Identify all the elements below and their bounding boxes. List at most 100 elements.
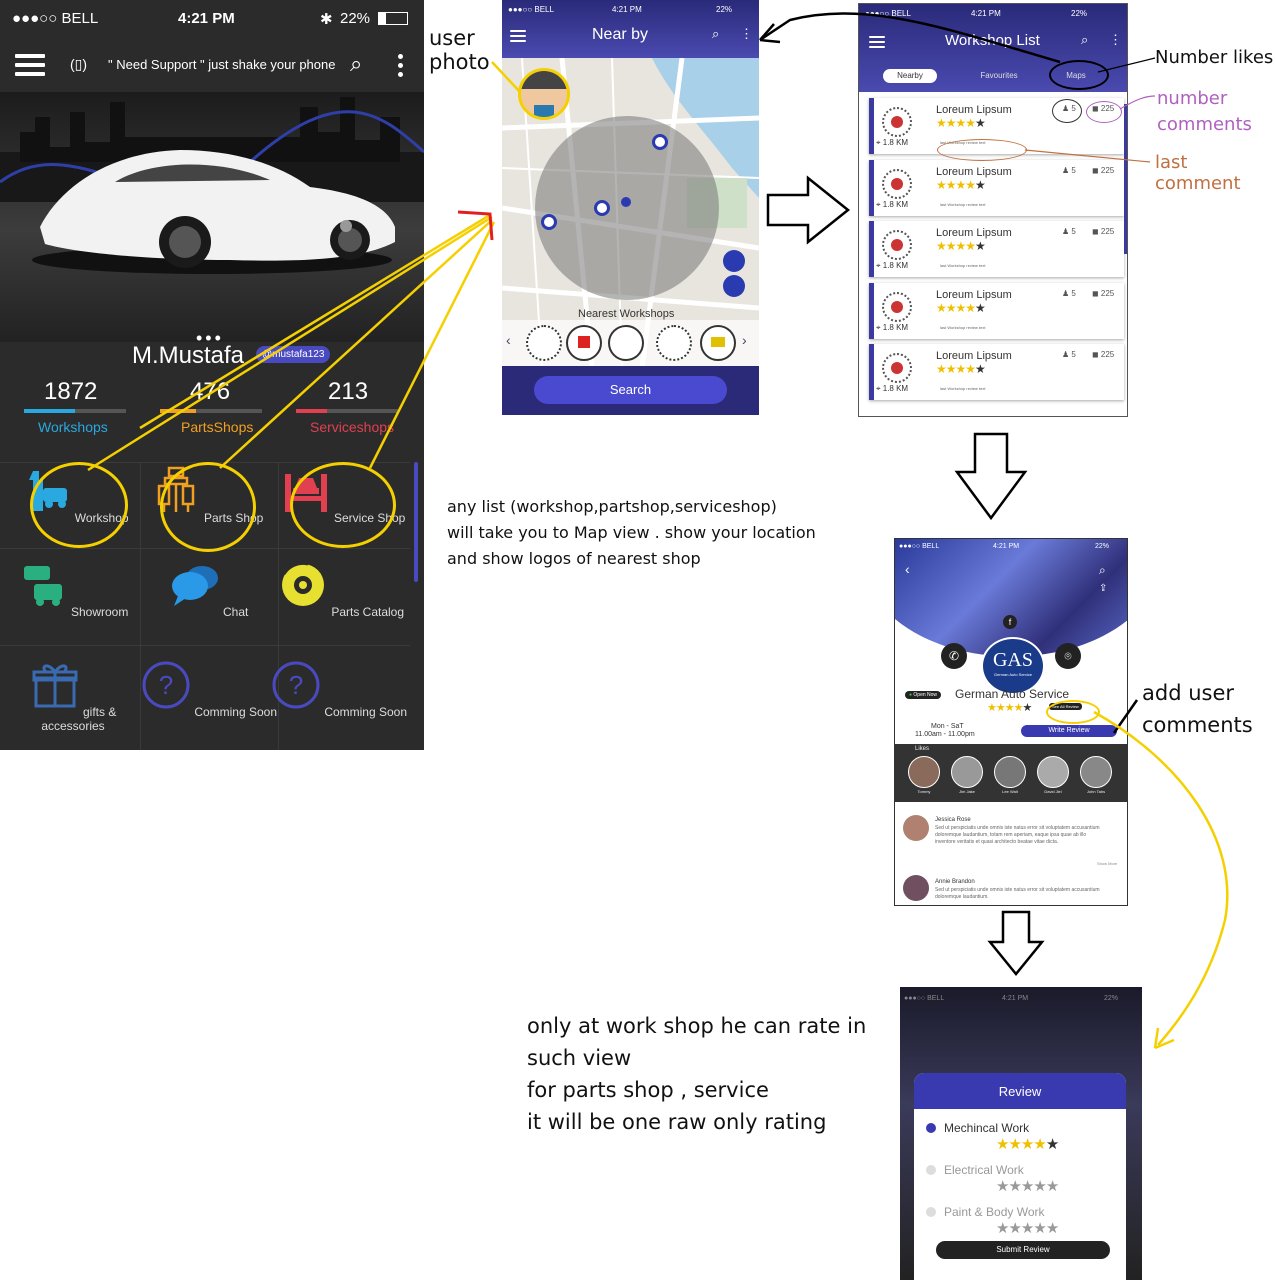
- serviceshops-count: 213: [328, 378, 369, 405]
- submit-review-button[interactable]: Submit Review: [936, 1241, 1110, 1259]
- tab-favourites[interactable]: Favourites: [969, 69, 1029, 83]
- serviceshops-stat-label[interactable]: Serviceshops: [310, 419, 394, 435]
- star-icon[interactable]: ★: [1021, 1220, 1034, 1237]
- rating-stars: ★★★★★: [936, 300, 986, 315]
- share-icon[interactable]: ⇪: [1099, 583, 1107, 594]
- showroom-label: Showroom: [70, 605, 129, 619]
- liker[interactable]: Jim Jake: [950, 756, 984, 794]
- parts-catalog-tile[interactable]: Parts Catalog: [272, 560, 410, 619]
- scrollbar[interactable]: [414, 462, 418, 582]
- highlight-circle: [1086, 101, 1122, 123]
- star-icon[interactable]: ★: [996, 1178, 1009, 1195]
- top-bar: (▯) " Need Support " just shake your pho…: [0, 44, 424, 84]
- rating-stars[interactable]: ★★★★★: [996, 1135, 1059, 1153]
- star-icon[interactable]: ★: [996, 1220, 1009, 1237]
- star-icon[interactable]: ★: [996, 1136, 1009, 1153]
- shop-logo[interactable]: [608, 325, 644, 361]
- liker[interactable]: David Jiel: [1036, 756, 1070, 794]
- review-author: Jessica Rose: [935, 817, 971, 823]
- star-icon[interactable]: ★: [1046, 1136, 1059, 1153]
- star-icon[interactable]: ★: [1008, 1178, 1021, 1195]
- partshops-stat-label[interactable]: PartsShops: [181, 419, 253, 435]
- distance-label: ⌖ 1.8 KM: [876, 322, 909, 332]
- shop-logo-text: GAS: [992, 649, 1033, 671]
- more-icon[interactable]: ⋮: [1109, 32, 1122, 48]
- facebook-icon[interactable]: f: [1003, 615, 1017, 629]
- star-icon[interactable]: ★: [1033, 1136, 1046, 1153]
- comment-icon: ◼: [1092, 288, 1099, 298]
- highlight-circle: [1049, 60, 1109, 90]
- review-text: Sed ut perspiciatis unde omnis iste natu…: [935, 825, 1100, 845]
- star-icon[interactable]: ★: [1033, 1220, 1046, 1237]
- tab-nearby[interactable]: Nearby: [883, 69, 937, 83]
- star-icon[interactable]: ★: [1046, 1220, 1059, 1237]
- carrier-label: ●●●○○ BELL: [904, 995, 945, 1002]
- show-more-link[interactable]: Show More: [1097, 861, 1117, 866]
- menu-icon[interactable]: [869, 36, 885, 48]
- back-icon[interactable]: ‹: [905, 561, 910, 577]
- shop-logo: [882, 353, 912, 383]
- chevron-left-icon[interactable]: ‹: [506, 332, 511, 348]
- star-icon[interactable]: ★: [1021, 1178, 1034, 1195]
- shop-logo[interactable]: [526, 325, 562, 361]
- star-icon[interactable]: ★: [1046, 1178, 1059, 1195]
- search-icon[interactable]: ⌕: [1099, 563, 1106, 578]
- shake-phone-icon: (▯): [70, 56, 88, 72]
- shop-title: Loreum Lipsum: [936, 104, 1012, 116]
- cars-icon: [23, 566, 62, 606]
- search-icon[interactable]: ⌕: [712, 26, 719, 42]
- rating-stars[interactable]: ★★★★★: [996, 1219, 1059, 1237]
- chevron-right-icon[interactable]: ›: [742, 332, 747, 348]
- showroom-tile[interactable]: Showroom: [4, 560, 142, 619]
- star-icon[interactable]: ★: [1008, 1136, 1021, 1153]
- gifts-tile[interactable]: gifts & accessories: [4, 660, 142, 733]
- workshops-bar-fill: [24, 409, 75, 413]
- workshops-stat-label[interactable]: Workshops: [38, 419, 108, 435]
- menu-icon[interactable]: [510, 30, 526, 42]
- star-icon[interactable]: ★: [1008, 1220, 1021, 1237]
- user-photo-avatar[interactable]: [518, 68, 570, 120]
- location-icon[interactable]: ⌾: [1055, 643, 1081, 669]
- comment-icon: ◼: [1092, 350, 1099, 359]
- nearest-logos-carousel[interactable]: ‹ ›: [502, 320, 759, 366]
- status-bar: ●●●○○ BELL 4:21 PM ✱ 22%: [0, 0, 424, 36]
- liker[interactable]: Tommy: [907, 756, 941, 794]
- more-icon[interactable]: ⋮: [740, 26, 753, 42]
- search-icon[interactable]: ⌕: [1081, 32, 1088, 48]
- rating-stars[interactable]: ★★★★★: [996, 1177, 1059, 1195]
- shop-logo[interactable]: [656, 325, 692, 361]
- menu-icon[interactable]: [15, 54, 45, 76]
- coming-soon-tile-2[interactable]: ? Comming Soon: [270, 660, 408, 719]
- search-icon[interactable]: ⌕: [350, 51, 362, 77]
- liker[interactable]: Lee Walt: [993, 756, 1027, 794]
- coming-soon-tile-1[interactable]: ? Comming Soon: [140, 660, 278, 719]
- avatar: [951, 756, 983, 788]
- pin-icon: ⌖: [876, 138, 881, 147]
- write-review-button[interactable]: Write Review: [1021, 725, 1117, 737]
- star-icon[interactable]: ★: [1021, 1136, 1034, 1153]
- review-screen: ●●●○○ BELL 4:21 PM 22% Review Mechincal …: [900, 987, 1142, 1280]
- liker[interactable]: John Tabs: [1079, 756, 1113, 794]
- workshops-count: 1872: [44, 378, 98, 405]
- more-icon[interactable]: [398, 54, 404, 81]
- time-label: 4:21 PM: [612, 5, 642, 14]
- radio-unchecked-icon[interactable]: [926, 1165, 936, 1175]
- phone-icon[interactable]: ✆: [941, 643, 967, 669]
- rating-stars: ★★★★★: [936, 116, 986, 130]
- question-icon: ?: [272, 661, 320, 709]
- workshop-card[interactable]: Loreum Lipsum ★★★★★ ⌖ 1.8 KM last Workshop …: [869, 344, 1124, 400]
- shop-logo[interactable]: [700, 325, 736, 361]
- workshop-card[interactable]: Loreum Lipsum ★★★★★ ⌖ 1.8 KM last Workshop …: [869, 282, 1124, 339]
- pin-icon: ⌖: [876, 322, 881, 332]
- avatar: [908, 756, 940, 788]
- search-button[interactable]: Search: [534, 376, 727, 404]
- radio-unchecked-icon[interactable]: [926, 1207, 936, 1217]
- star-icon[interactable]: ★: [1033, 1178, 1046, 1195]
- chat-tile[interactable]: Chat: [140, 560, 278, 619]
- shop-logo[interactable]: [566, 325, 602, 361]
- workshop-card[interactable]: Loreum Lipsum ★★★★★ ⌖ 1.8 KM last Workshop …: [869, 159, 1124, 216]
- scrollbar[interactable]: [1124, 104, 1127, 254]
- nearest-label: Nearest Workshops: [578, 308, 675, 320]
- radio-checked-icon[interactable]: [926, 1123, 936, 1133]
- workshop-card[interactable]: Loreum Lipsum ★★★★★ ⌖ 1.8 KM last Workshop …: [869, 221, 1124, 277]
